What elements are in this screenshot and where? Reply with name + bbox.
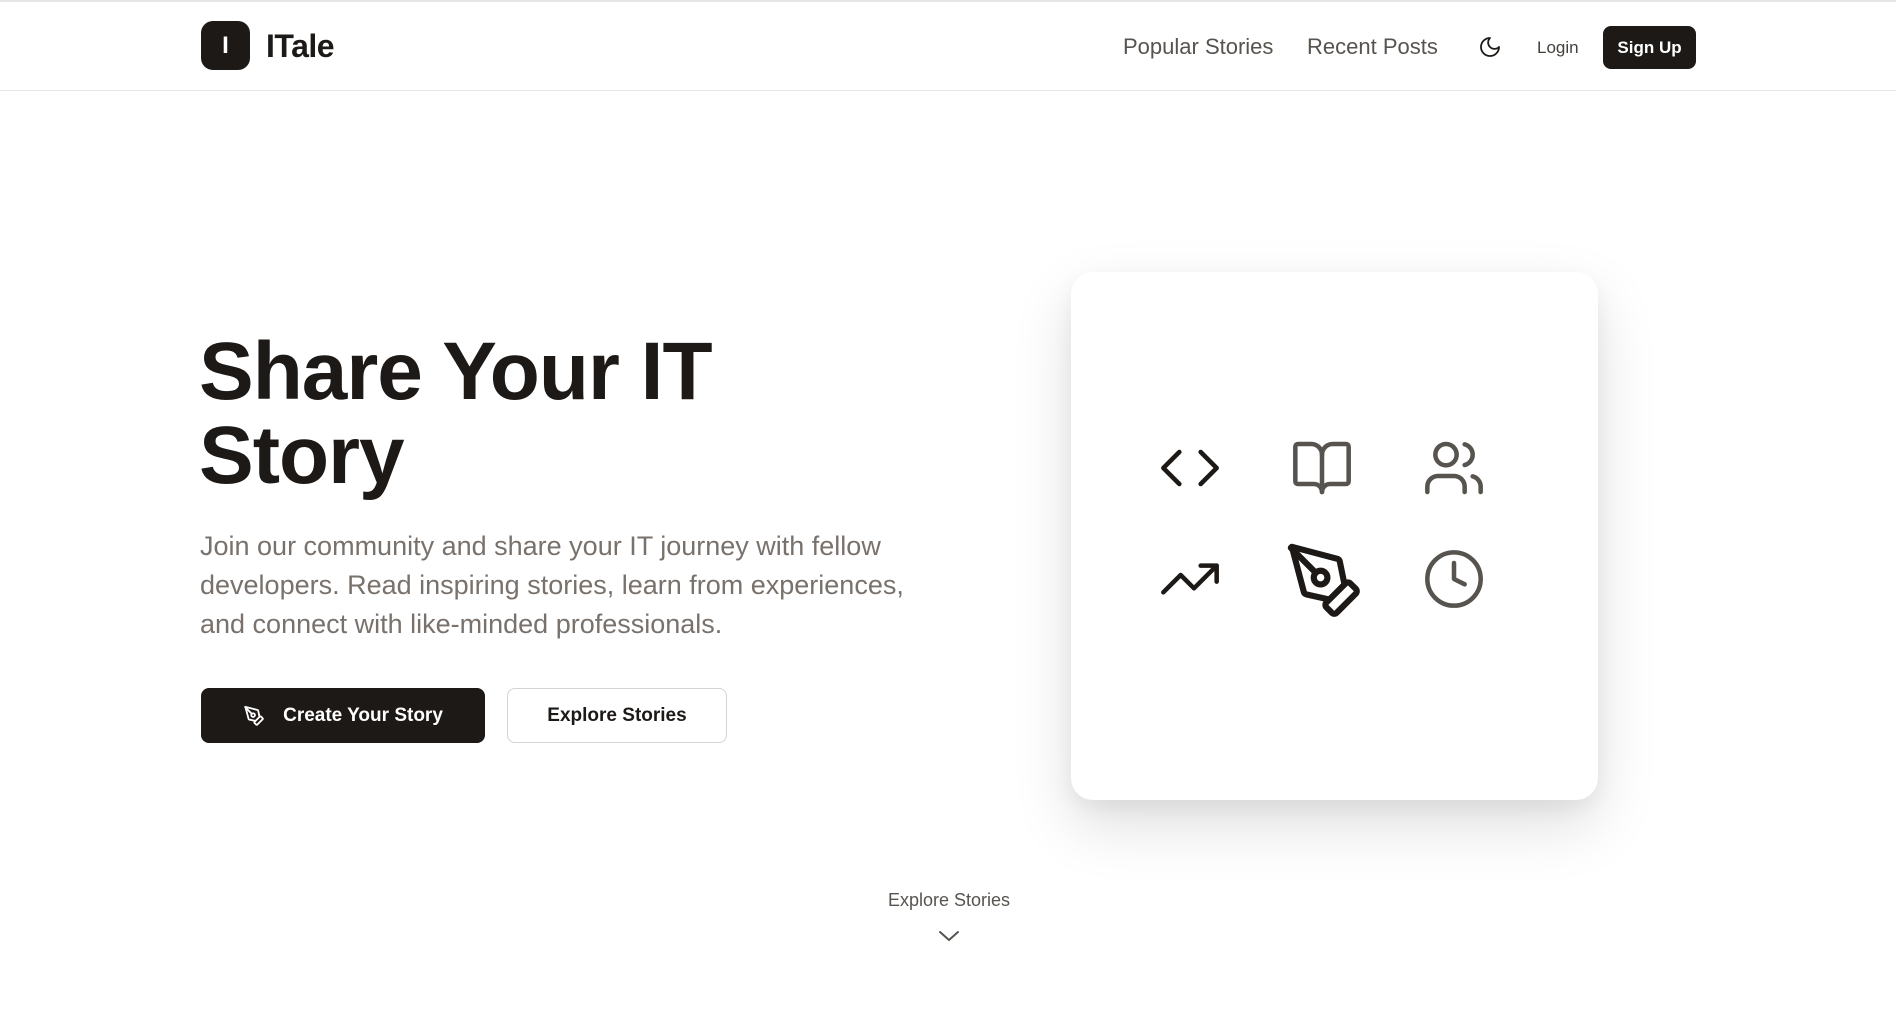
brand-name[interactable]: ITale (266, 28, 335, 65)
pen-tool-icon (244, 705, 264, 726)
trending-up-icon (1161, 563, 1219, 595)
feature-icons-card (1071, 272, 1598, 800)
explore-stories-button[interactable]: Explore Stories (507, 688, 727, 743)
chevron-down-icon[interactable] (937, 926, 961, 946)
create-story-label: Create Your Story (283, 704, 443, 726)
create-story-button[interactable]: Create Your Story (201, 688, 485, 743)
pen-tool-icon (1287, 543, 1360, 617)
moon-icon (1480, 37, 1500, 57)
hero-title: Share Your IT Story (199, 330, 899, 498)
users-icon (1425, 441, 1483, 495)
clock-icon (1425, 550, 1483, 608)
theme-toggle-button[interactable] (1475, 32, 1505, 62)
hero-title-line2: Story (199, 410, 405, 501)
hero-subtitle: Join our community and share your IT jou… (200, 531, 904, 639)
signup-button[interactable]: Sign Up (1603, 26, 1696, 69)
scroll-hint-explore-stories[interactable]: Explore Stories (849, 890, 1049, 911)
nav-recent-posts[interactable]: Recent Posts (1307, 34, 1438, 60)
code-icon (1161, 449, 1219, 487)
login-link[interactable]: Login (1537, 38, 1579, 58)
logo-mark[interactable]: I (201, 21, 250, 70)
explore-stories-label: Explore Stories (547, 704, 687, 726)
book-open-icon (1293, 441, 1351, 495)
nav-popular-stories[interactable]: Popular Stories (1123, 34, 1273, 60)
site-header: I ITale Popular Stories Recent Posts Log… (0, 2, 1896, 91)
hero-title-line1: Share Your IT (199, 326, 713, 417)
